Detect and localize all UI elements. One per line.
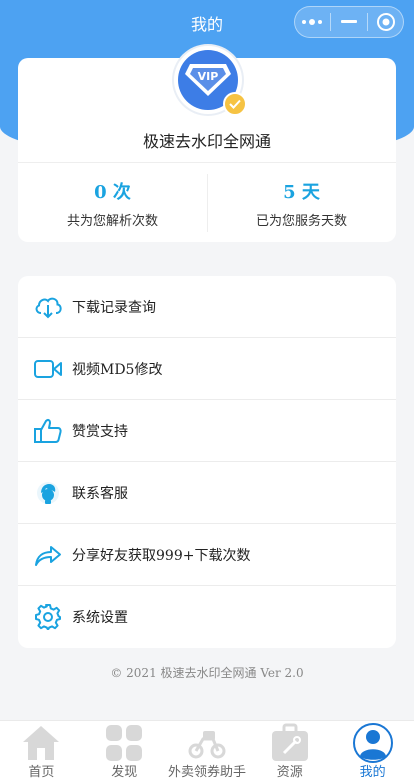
verified-check-icon [223, 92, 247, 116]
discover-grid-icon [104, 723, 144, 763]
vip-badge-text: VIP [198, 70, 219, 83]
menu-item-settings[interactable]: 系统设置 [18, 586, 396, 648]
video-camera-icon [34, 355, 62, 383]
delivery-scooter-icon [187, 723, 227, 763]
minimize-icon [340, 20, 357, 23]
close-mini-program-button[interactable] [371, 8, 401, 36]
menu-item-video-md5[interactable]: 视频MD5修改 [18, 338, 396, 400]
menu-item-reward-support[interactable]: 赞赏支持 [18, 400, 396, 462]
tab-label: 资源 [276, 765, 303, 780]
minimize-button[interactable] [334, 8, 364, 36]
tab-resources[interactable]: 资源 [248, 721, 331, 780]
more-dots-icon [301, 19, 322, 25]
divider [18, 162, 396, 163]
parse-count-value: 0 次 [94, 182, 131, 203]
tab-delivery-coupons[interactable]: 外卖领券助手 [166, 721, 249, 780]
tab-discover[interactable]: 发现 [83, 721, 166, 780]
copyright-text: © 2021 极速去水印全网通 Ver 2.0 [110, 666, 304, 680]
customer-service-icon [34, 479, 62, 507]
profile-card: VIP 极速去水印全网通 0 次 共为您解析次数 5 天 已为您服务天数 [18, 46, 396, 242]
tab-home[interactable]: 首页 [0, 721, 83, 780]
settings-gear-icon [34, 603, 62, 631]
menu-item-label: 下载记录查询 [72, 299, 156, 316]
menu-item-label: 赞赏支持 [72, 423, 128, 440]
tab-label: 首页 [28, 765, 55, 780]
menu-item-label: 分享好友获取999+下载次数 [72, 547, 251, 564]
service-days-label: 已为您服务天数 [255, 214, 347, 229]
capsule-divider [367, 13, 369, 31]
tab-label: 发现 [111, 765, 138, 780]
share-icon [34, 541, 62, 569]
user-profile-icon [352, 723, 393, 763]
parse-count-stat: 0 次 共为您解析次数 [18, 178, 207, 229]
tab-label: 我的 [359, 765, 386, 780]
parse-count-label: 共为您解析次数 [66, 214, 158, 229]
menu-list: 下载记录查询 视频MD5修改 赞赏支持 联系客服 分享好友获取999+下载次数 … [18, 276, 396, 648]
cloud-download-icon [34, 293, 62, 321]
thumbs-up-icon [34, 417, 62, 445]
menu-item-download-history[interactable]: 下载记录查询 [18, 276, 396, 338]
target-close-icon [377, 13, 396, 31]
app-name: 极速去水印全网通 [142, 132, 271, 151]
capsule-divider [329, 13, 331, 31]
service-days-value: 5 天 [283, 182, 320, 203]
menu-item-share-friends[interactable]: 分享好友获取999+下载次数 [18, 524, 396, 586]
mini-program-capsule [294, 6, 404, 38]
menu-item-label: 联系客服 [72, 485, 128, 502]
tab-my[interactable]: 我的 [331, 721, 414, 780]
service-days-stat: 5 天 已为您服务天数 [207, 178, 396, 229]
home-icon [21, 723, 61, 763]
tab-label: 外卖领券助手 [167, 765, 246, 780]
navigation-bar: 我的 [0, 0, 414, 46]
menu-item-contact-support[interactable]: 联系客服 [18, 462, 396, 524]
page-title: 我的 [190, 15, 223, 34]
menu-item-label: 视频MD5修改 [72, 361, 163, 378]
more-options-button[interactable] [297, 8, 327, 36]
menu-item-label: 系统设置 [72, 610, 128, 626]
resources-toolbox-icon [270, 723, 310, 763]
tab-bar: 首页 发现 外卖领券助手 资源 我的 [0, 720, 414, 780]
